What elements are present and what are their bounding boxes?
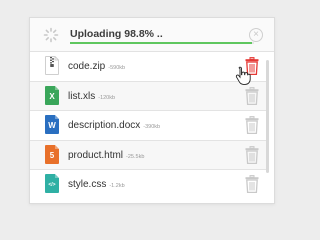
file-name: description.docx -390kb (68, 120, 161, 131)
file-row: </> style.css -1.2kb (30, 170, 266, 200)
file-name: code.zip -590kb (68, 61, 126, 72)
file-size: -1.2kb (109, 183, 125, 189)
css-file-icon: </> (45, 174, 59, 193)
file-size: -25.5kb (126, 153, 145, 160)
upload-panel: Uploading 98.8% .. × code.zip -590kb Xlist… (29, 17, 275, 204)
file-row: Xlist.xls -120kb (30, 81, 266, 111)
file-row: Wdescription.docx -390kb (30, 111, 266, 141)
trash-icon (245, 175, 259, 193)
file-list: code.zip -590kb Xlist.xls -120kb Wdescriptio… (30, 52, 266, 200)
file-size: -120kb (98, 94, 116, 101)
close-circle-icon: × (253, 29, 259, 40)
upload-progress-fill (70, 42, 252, 44)
svg-text:W: W (48, 121, 56, 130)
zip-file-icon (45, 56, 59, 75)
file-name: style.css -1.2kb (68, 179, 125, 190)
file-name: list.xls -120kb (68, 90, 116, 102)
scrollbar[interactable] (266, 60, 269, 173)
file-size: -390kb (143, 124, 161, 130)
upload-status-text: Uploading 98.8% .. (70, 28, 163, 40)
cancel-upload-button[interactable]: × (249, 28, 263, 42)
upload-header: Uploading 98.8% .. × (30, 18, 274, 52)
svg-text:X: X (49, 92, 55, 101)
loading-spinner-icon (43, 27, 59, 43)
upload-progress-bar (70, 42, 254, 44)
file-row: code.zip -590kb (30, 52, 266, 82)
docx-file-icon: W (45, 115, 59, 134)
file-size: -590kb (108, 65, 126, 71)
trash-icon (245, 116, 259, 134)
svg-text:</>: </> (48, 182, 55, 188)
file-row: 5 product.html -25.5kb (30, 140, 266, 170)
trash-icon (245, 86, 259, 105)
file-name: product.html -25.5kb (68, 149, 145, 161)
xls-file-icon: X (45, 85, 59, 105)
hand-pointer-icon (235, 66, 251, 85)
svg-text:5: 5 (50, 151, 55, 160)
html-file-icon: 5 (45, 144, 59, 164)
trash-icon (245, 145, 259, 164)
